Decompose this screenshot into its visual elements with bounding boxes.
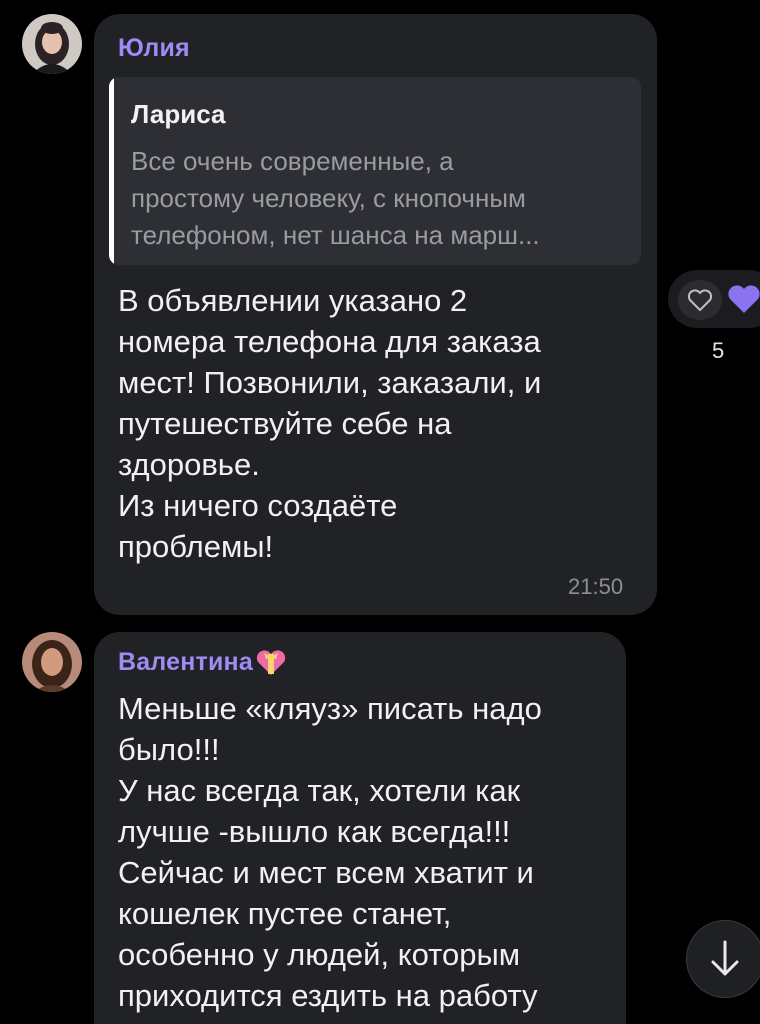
message-text: Меньше «кляуз» писать надо было!!! У нас… (118, 691, 542, 1013)
message-bubble-1[interactable]: Юлия Лариса Все очень современные, а про… (94, 14, 657, 615)
avatar-valentina-image (22, 632, 82, 692)
avatar-valentina[interactable] (22, 632, 82, 692)
arrow-down-icon (711, 940, 739, 976)
sender-name[interactable]: Юлия (118, 34, 190, 63)
reply-text: Все очень современные, а простому челове… (131, 146, 540, 250)
sender-name[interactable]: Валентина (118, 648, 253, 677)
reply-quote-bar (109, 77, 114, 265)
message-text: В объявлении указано 2 номера телефона д… (118, 283, 542, 564)
message-time: 21:50 (568, 574, 624, 599)
avatar-yulia[interactable] (22, 14, 82, 74)
reaction-add-button[interactable] (678, 280, 722, 320)
reaction-count: 5 (712, 338, 725, 363)
reply-quote[interactable]: Лариса Все очень современные, а простому… (109, 77, 641, 265)
heart-with-ribbon-icon (256, 649, 286, 675)
chat-screen: Юлия Лариса Все очень современные, а про… (0, 0, 760, 1024)
sender-row: Валентина (118, 648, 288, 677)
heart-outline-icon (687, 289, 713, 311)
avatar-yulia-image (22, 14, 82, 74)
scroll-down-button[interactable] (686, 920, 760, 998)
reply-author: Лариса (131, 99, 226, 129)
message-bubble-2[interactable]: Валентина Меньше «кляуз» писать надо был… (94, 632, 626, 1024)
purple-heart-icon[interactable] (726, 282, 760, 316)
